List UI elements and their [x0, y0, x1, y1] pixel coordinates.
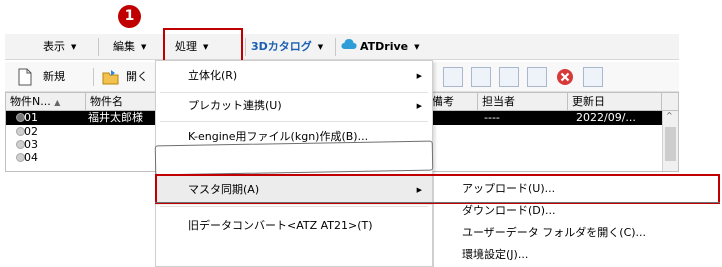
scroll-thumb[interactable] — [665, 127, 676, 161]
menu-item-label: プレカット連携(U) — [188, 99, 282, 112]
sort-ascending-icon: ▲ — [54, 98, 61, 107]
cell-person: ---- — [484, 111, 500, 124]
column-header-updated[interactable]: 更新日 — [568, 93, 662, 111]
chevron-right-icon: ▶ — [416, 72, 422, 80]
submenu-item-settings[interactable]: 環境設定(J)... — [462, 244, 528, 266]
menu-view[interactable]: 表示 ▼ — [43, 38, 76, 56]
open-folder-icon — [102, 68, 119, 86]
menu-separator — [335, 38, 336, 56]
table-row[interactable]: 03 — [6, 138, 156, 152]
menu-edit[interactable]: 編集 ▼ — [113, 38, 146, 56]
new-document-icon — [17, 68, 33, 86]
vertical-scrollbar[interactable]: ^ — [662, 111, 678, 171]
menu-item-label: 旧データコンバート<ATZ AT21>(T) — [188, 219, 373, 232]
menu-bar: 表示 ▼ 編集 ▼ 処理 ▼ 3Dカタログ ▼ ATDrive ▼ — [5, 34, 679, 60]
cell-id: 03 — [24, 138, 38, 151]
toolbar-separator — [93, 68, 94, 86]
cell-name: 福井太郎様 — [88, 111, 143, 124]
cell-id: 04 — [24, 151, 38, 164]
header-label: 備考 — [432, 95, 454, 108]
chevron-down-icon: ▼ — [141, 43, 147, 51]
properties-icon[interactable] — [443, 67, 463, 87]
menu-edit-label: 編集 — [113, 40, 135, 53]
torn-edge-overlay — [154, 140, 434, 176]
recycle-icon[interactable] — [583, 67, 603, 87]
chevron-right-icon: ▶ — [416, 102, 422, 110]
header-label: 更新日 — [572, 95, 605, 108]
chevron-down-icon: ▼ — [414, 43, 420, 51]
table-row[interactable]: 04 — [6, 151, 156, 165]
open-button[interactable]: 開く — [102, 66, 148, 88]
delete-icon[interactable] — [555, 67, 575, 87]
torn-edge-line — [155, 202, 720, 203]
submenu-item-label: 環境設定(J)... — [462, 248, 529, 261]
chevron-down-icon: ▼ — [71, 43, 77, 51]
cell-id: 02 — [24, 125, 38, 138]
menu-3d-catalog[interactable]: 3Dカタログ ▼ — [251, 38, 323, 56]
scroll-up-icon[interactable]: ^ — [666, 111, 673, 120]
column-header-notes[interactable]: 備考 — [428, 93, 478, 111]
menu-separator — [160, 206, 428, 207]
menu-separator — [98, 38, 99, 56]
submenu-item-label: ユーザーデータ フォルダを開く(C)... — [462, 226, 647, 239]
copy-icon[interactable] — [471, 67, 491, 87]
highlight-frame — [155, 174, 720, 204]
header-label: 物件名 — [90, 95, 123, 108]
chevron-down-icon: ▼ — [317, 43, 324, 51]
menu-item-convert[interactable]: 旧データコンバート<ATZ AT21>(T) — [156, 211, 432, 241]
new-label: 新規 — [43, 70, 65, 83]
menu-item-precut[interactable]: プレカット連携(U) ▶ — [156, 91, 432, 121]
column-header-number[interactable]: 物件N... ▲ — [6, 93, 86, 111]
column-header-person[interactable]: 担当者 — [478, 93, 568, 111]
cell-date: 2022/09/... — [576, 111, 636, 124]
archive-icon[interactable] — [527, 67, 547, 87]
highlight-frame — [163, 28, 243, 62]
menu-item-label: 立体化(R) — [188, 69, 238, 82]
menu-view-label: 表示 — [43, 40, 65, 53]
submenu-item-open-folder[interactable]: ユーザーデータ フォルダを開く(C)... — [462, 222, 646, 244]
table-row[interactable]: 02 — [6, 125, 156, 139]
header-label: 担当者 — [482, 95, 515, 108]
menu-item-label: K-engine用ファイル(kgn)作成(B)... — [188, 130, 369, 143]
menu-item-3d[interactable]: 立体化(R) ▶ — [156, 61, 432, 91]
header-label: 物件N... — [10, 95, 51, 108]
callout-badge: 1 — [118, 5, 141, 28]
new-button[interactable]: 新規 — [17, 66, 65, 88]
compare-icon[interactable] — [499, 67, 519, 87]
catalog-label: 3Dカタログ — [251, 40, 312, 53]
cloud-icon — [341, 38, 357, 56]
open-label: 開く — [126, 70, 148, 83]
menu-separator — [245, 38, 246, 56]
atdrive-label: ATDrive — [360, 40, 409, 53]
menu-atdrive[interactable]: ATDrive ▼ — [341, 38, 420, 56]
cell-id: 01 — [24, 111, 38, 124]
submenu-item-label: ダウンロード(D)... — [462, 204, 556, 217]
